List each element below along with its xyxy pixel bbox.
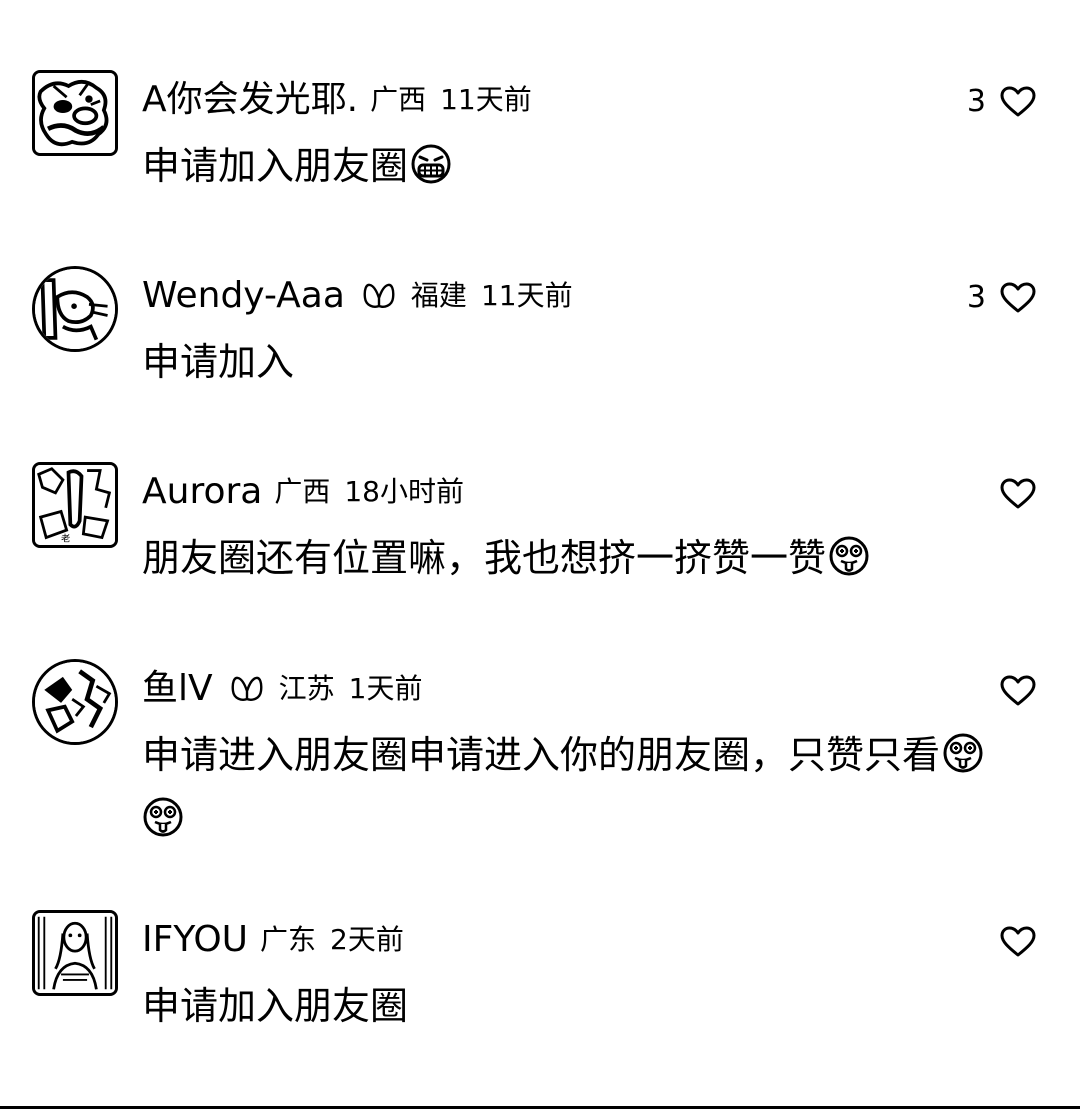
- username[interactable]: A你会发光耶.: [142, 78, 358, 122]
- comment-body[interactable]: 申请进入朋友圈申请进入你的朋友圈，只赞只看: [142, 723, 1042, 851]
- like-control[interactable]: [986, 920, 1036, 964]
- comment-body[interactable]: 申请加入朋友圈: [142, 134, 1042, 198]
- avatar-image: [35, 73, 115, 153]
- like-control[interactable]: 3: [967, 80, 1036, 124]
- goofy-emoji: [942, 732, 984, 774]
- comment-meta: 鱼lV 江苏 1天前: [142, 665, 422, 713]
- svg-text:老: 老: [61, 532, 70, 544]
- heart-icon[interactable]: [1000, 926, 1036, 958]
- avatar[interactable]: [32, 910, 118, 996]
- like-count: 3: [966, 84, 986, 119]
- comment-body[interactable]: 申请加入: [142, 330, 1042, 394]
- location-label: 广西: [370, 83, 427, 116]
- comment-meta: Wendy-Aaa 福建 11天前: [142, 272, 573, 320]
- goofy-emoji: [828, 535, 870, 577]
- avatar[interactable]: [32, 70, 118, 156]
- avatar-image: 老: [35, 465, 115, 545]
- timestamp: 1天前: [348, 672, 423, 705]
- comment-meta: A你会发光耶. 广西 11天前: [142, 76, 532, 124]
- avatar-image: [35, 913, 115, 993]
- timestamp: 11天前: [440, 83, 532, 116]
- heart-icon[interactable]: [1000, 478, 1036, 510]
- heart-icon[interactable]: [1000, 675, 1036, 707]
- comment-meta: IFYOU 广东 2天前: [142, 916, 404, 964]
- timestamp: 2天前: [330, 923, 404, 956]
- comment-body[interactable]: 朋友圈还有位置嘛，我也想挤一挤赞一赞: [142, 526, 1042, 590]
- avatar[interactable]: [32, 266, 118, 352]
- heart-icon[interactable]: [1000, 282, 1036, 314]
- location-label: 江苏: [278, 672, 335, 705]
- avatar-image: [35, 269, 115, 349]
- like-count: 3: [966, 280, 986, 315]
- timestamp: 18小时前: [344, 475, 464, 508]
- comment-text: 朋友圈还有位置嘛，我也想挤一挤赞一赞: [142, 536, 827, 580]
- grimace-emoji: [410, 143, 452, 185]
- comment-meta: Aurora 广西 18小时前: [142, 468, 464, 516]
- timestamp: 11天前: [480, 279, 573, 312]
- comment-text: 申请进入朋友圈申请进入你的朋友圈，只赞只看: [142, 733, 941, 777]
- username[interactable]: Wendy-Aaa: [142, 274, 345, 318]
- location-label: 广西: [274, 475, 331, 508]
- avatar[interactable]: 老: [32, 462, 118, 548]
- username[interactable]: 鱼lV: [142, 667, 213, 711]
- username[interactable]: Aurora: [142, 470, 262, 514]
- location-label: 广东: [260, 923, 317, 956]
- comment-body[interactable]: 申请加入朋友圈: [142, 974, 1042, 1038]
- comment-text: 申请加入朋友圈: [142, 144, 409, 188]
- avatar-image: [35, 662, 115, 742]
- avatar[interactable]: [32, 659, 118, 745]
- like-control[interactable]: [986, 472, 1036, 516]
- username[interactable]: IFYOU: [142, 918, 248, 962]
- comment-text: 申请加入朋友圈: [142, 984, 409, 1028]
- comment-text: 申请加入: [142, 340, 295, 384]
- butterfly-icon: [359, 276, 399, 316]
- comment-list: A你会发光耶. 广西 11天前 申请加入朋友圈 3 Wendy-Aaa 福建 1…: [0, 0, 1080, 1109]
- heart-icon[interactable]: [1000, 86, 1036, 118]
- like-control[interactable]: 3: [967, 276, 1036, 320]
- butterfly-icon: [227, 669, 267, 709]
- like-control[interactable]: [986, 669, 1036, 713]
- location-label: 福建: [410, 279, 467, 312]
- goofy-emoji: [142, 796, 184, 838]
